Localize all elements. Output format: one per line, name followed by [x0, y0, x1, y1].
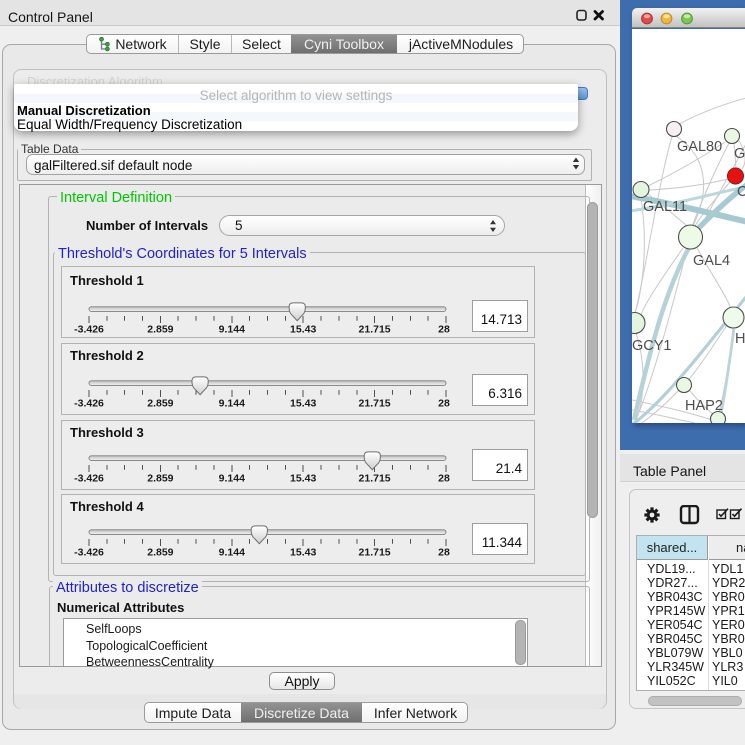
svg-text:28: 28: [438, 547, 450, 559]
svg-text:15.43: 15.43: [290, 398, 316, 410]
svg-text:-3.426: -3.426: [74, 398, 104, 410]
svg-text:9.144: 9.144: [219, 473, 245, 485]
svg-text:HAP2: HAP2: [685, 398, 723, 414]
svg-text:21.715: 21.715: [359, 473, 391, 485]
svg-text:2.859: 2.859: [147, 473, 173, 485]
svg-text:9.144: 9.144: [219, 547, 245, 559]
svg-text:21.715: 21.715: [359, 398, 391, 410]
svg-text:28: 28: [438, 398, 450, 410]
svg-text:28: 28: [438, 473, 450, 485]
svg-text:15.43: 15.43: [290, 324, 316, 336]
svg-text:21.715: 21.715: [359, 324, 391, 336]
svg-text:GAL80: GAL80: [677, 139, 722, 155]
svg-text:C: C: [737, 184, 745, 200]
svg-text:GAL4: GAL4: [693, 253, 730, 269]
svg-text:15.43: 15.43: [290, 547, 316, 559]
svg-text:2.859: 2.859: [147, 398, 173, 410]
svg-text:21.715: 21.715: [359, 547, 391, 559]
svg-text:9.144: 9.144: [219, 324, 245, 336]
svg-text:H: H: [735, 331, 745, 347]
svg-text:2.859: 2.859: [147, 324, 173, 336]
svg-text:15.43: 15.43: [290, 473, 316, 485]
svg-text:-3.426: -3.426: [74, 324, 104, 336]
svg-text:GA: GA: [734, 146, 745, 162]
svg-text:9.144: 9.144: [219, 398, 245, 410]
svg-text:-3.426: -3.426: [74, 547, 104, 559]
svg-text:GCY1: GCY1: [632, 338, 672, 354]
svg-text:-3.426: -3.426: [74, 473, 104, 485]
svg-text:28: 28: [438, 324, 450, 336]
svg-text:GAL11: GAL11: [643, 199, 687, 215]
svg-text:2.859: 2.859: [147, 547, 173, 559]
